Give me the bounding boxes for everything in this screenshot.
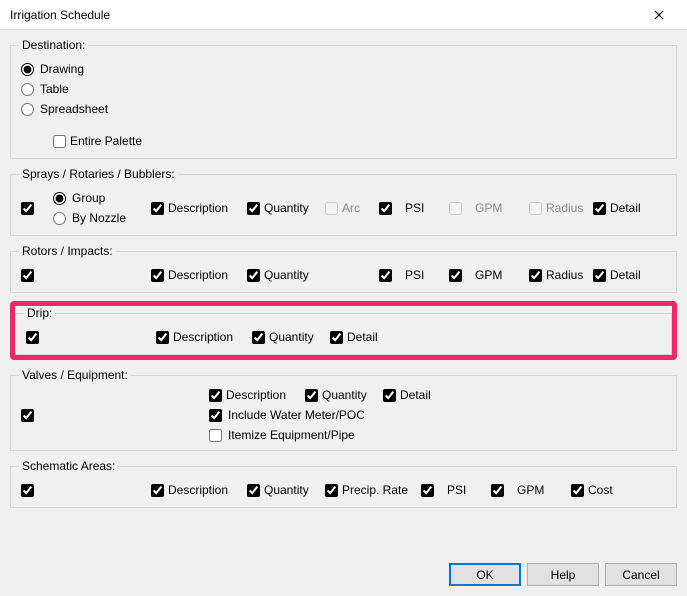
sprays-radius-label: Radius [546, 201, 583, 215]
sprays-group-option[interactable]: Group [53, 191, 145, 205]
rotors-psi-checkbox[interactable] [379, 269, 392, 282]
cancel-button[interactable]: Cancel [605, 563, 677, 586]
sprays-detail-checkbox[interactable] [593, 202, 606, 215]
destination-table-option[interactable]: Table [21, 82, 227, 96]
valves-description-checkbox[interactable] [209, 389, 222, 402]
valves-detail-label: Detail [400, 388, 431, 402]
dialog-footer: OK Help Cancel [10, 555, 677, 586]
rotors-legend: Rotors / Impacts: [19, 244, 116, 258]
drip-quantity-checkbox[interactable] [252, 331, 265, 344]
sprays-detail-label: Detail [610, 201, 641, 215]
schematic-legend: Schematic Areas: [19, 459, 118, 473]
rotors-gpm-label: GPM [475, 268, 502, 282]
sprays-gpm-label: GPM [475, 201, 502, 215]
schematic-quantity-checkbox[interactable] [247, 484, 260, 497]
rotors-gpm-checkbox[interactable] [449, 269, 462, 282]
destination-table-radio[interactable] [21, 83, 34, 96]
entire-palette-label: Entire Palette [70, 134, 142, 148]
sprays-arc-checkbox [325, 202, 338, 215]
sprays-description-checkbox[interactable] [151, 202, 164, 215]
sprays-group-radio[interactable] [53, 192, 66, 205]
sprays-group-label: Group [72, 191, 105, 205]
drip-detail-label: Detail [347, 330, 378, 344]
drip-description-checkbox[interactable] [156, 331, 169, 344]
entire-palette-checkbox[interactable] [53, 135, 66, 148]
schematic-enable-checkbox[interactable] [21, 484, 34, 497]
rotors-radius-label: Radius [546, 268, 583, 282]
rotors-description-label: Description [168, 268, 228, 282]
schematic-quantity-label: Quantity [264, 483, 309, 497]
destination-spreadsheet-label: Spreadsheet [40, 102, 108, 116]
sprays-radius-checkbox [529, 202, 542, 215]
valves-quantity-label: Quantity [322, 388, 367, 402]
window-title: Irrigation Schedule [10, 8, 110, 22]
schematic-description-checkbox[interactable] [151, 484, 164, 497]
ok-button[interactable]: OK [449, 563, 521, 586]
help-button[interactable]: Help [527, 563, 599, 586]
rotors-enable-checkbox[interactable] [21, 269, 34, 282]
dialog-body: Destination: Drawing Table Spreadsheet E… [0, 30, 687, 596]
drip-group: Drip: Description Quantity Detail [15, 306, 672, 355]
sprays-gpm-checkbox [449, 202, 462, 215]
schematic-precip-label: Precip. Rate [342, 483, 408, 497]
valves-include-meter-checkbox[interactable] [209, 409, 222, 422]
valves-itemize-label: Itemize Equipment/Pipe [228, 428, 355, 442]
rotors-description-checkbox[interactable] [151, 269, 164, 282]
sprays-quantity-label: Quantity [264, 201, 309, 215]
drip-description-label: Description [173, 330, 233, 344]
schematic-psi-label: PSI [447, 483, 466, 497]
valves-quantity-checkbox[interactable] [305, 389, 318, 402]
sprays-bynozzle-option[interactable]: By Nozzle [53, 211, 145, 225]
valves-description-label: Description [226, 388, 286, 402]
rotors-quantity-checkbox[interactable] [247, 269, 260, 282]
rotors-quantity-label: Quantity [264, 268, 309, 282]
schematic-gpm-checkbox[interactable] [491, 484, 504, 497]
destination-spreadsheet-option[interactable]: Spreadsheet [21, 102, 227, 116]
sprays-description-label: Description [168, 201, 228, 215]
schematic-cost-checkbox[interactable] [571, 484, 584, 497]
close-icon [654, 10, 664, 20]
valves-itemize-checkbox[interactable] [209, 429, 222, 442]
schematic-group: Schematic Areas: Description Quantity Pr… [10, 459, 677, 508]
close-button[interactable] [639, 1, 679, 29]
sprays-arc-label: Arc [342, 201, 360, 215]
schematic-gpm-label: GPM [517, 483, 544, 497]
rotors-radius-checkbox[interactable] [529, 269, 542, 282]
destination-legend: Destination: [19, 38, 88, 52]
valves-include-meter-label: Include Water Meter/POC [228, 408, 365, 422]
drip-quantity-label: Quantity [269, 330, 314, 344]
destination-group: Destination: Drawing Table Spreadsheet E… [10, 38, 677, 159]
sprays-enable-checkbox[interactable] [21, 202, 34, 215]
sprays-psi-label: PSI [405, 201, 424, 215]
schematic-description-label: Description [168, 483, 228, 497]
sprays-legend: Sprays / Rotaries / Bubblers: [19, 167, 178, 181]
sprays-psi-checkbox[interactable] [379, 202, 392, 215]
sprays-bynozzle-label: By Nozzle [72, 211, 126, 225]
sprays-bynozzle-radio[interactable] [53, 212, 66, 225]
rotors-group: Rotors / Impacts: Description Quantity P… [10, 244, 677, 293]
valves-detail-checkbox[interactable] [383, 389, 396, 402]
destination-drawing-option[interactable]: Drawing [21, 62, 227, 76]
schematic-cost-label: Cost [588, 483, 613, 497]
sprays-quantity-checkbox[interactable] [247, 202, 260, 215]
drip-enable-checkbox[interactable] [26, 331, 39, 344]
schematic-psi-checkbox[interactable] [421, 484, 434, 497]
valves-legend: Valves / Equipment: [19, 368, 131, 382]
destination-spreadsheet-radio[interactable] [21, 103, 34, 116]
rotors-psi-label: PSI [405, 268, 424, 282]
valves-enable-checkbox[interactable] [21, 409, 34, 422]
drip-highlight: Drip: Description Quantity Detail [10, 301, 677, 360]
destination-drawing-radio[interactable] [21, 63, 34, 76]
valves-group: Valves / Equipment: Description Quantity… [10, 368, 677, 451]
rotors-detail-label: Detail [610, 268, 641, 282]
destination-drawing-label: Drawing [40, 62, 84, 76]
sprays-group: Sprays / Rotaries / Bubblers: Group By N… [10, 167, 677, 236]
destination-table-label: Table [40, 82, 69, 96]
drip-detail-checkbox[interactable] [330, 331, 343, 344]
drip-legend: Drip: [24, 306, 55, 320]
rotors-detail-checkbox[interactable] [593, 269, 606, 282]
schematic-precip-checkbox[interactable] [325, 484, 338, 497]
title-bar: Irrigation Schedule [0, 0, 687, 30]
